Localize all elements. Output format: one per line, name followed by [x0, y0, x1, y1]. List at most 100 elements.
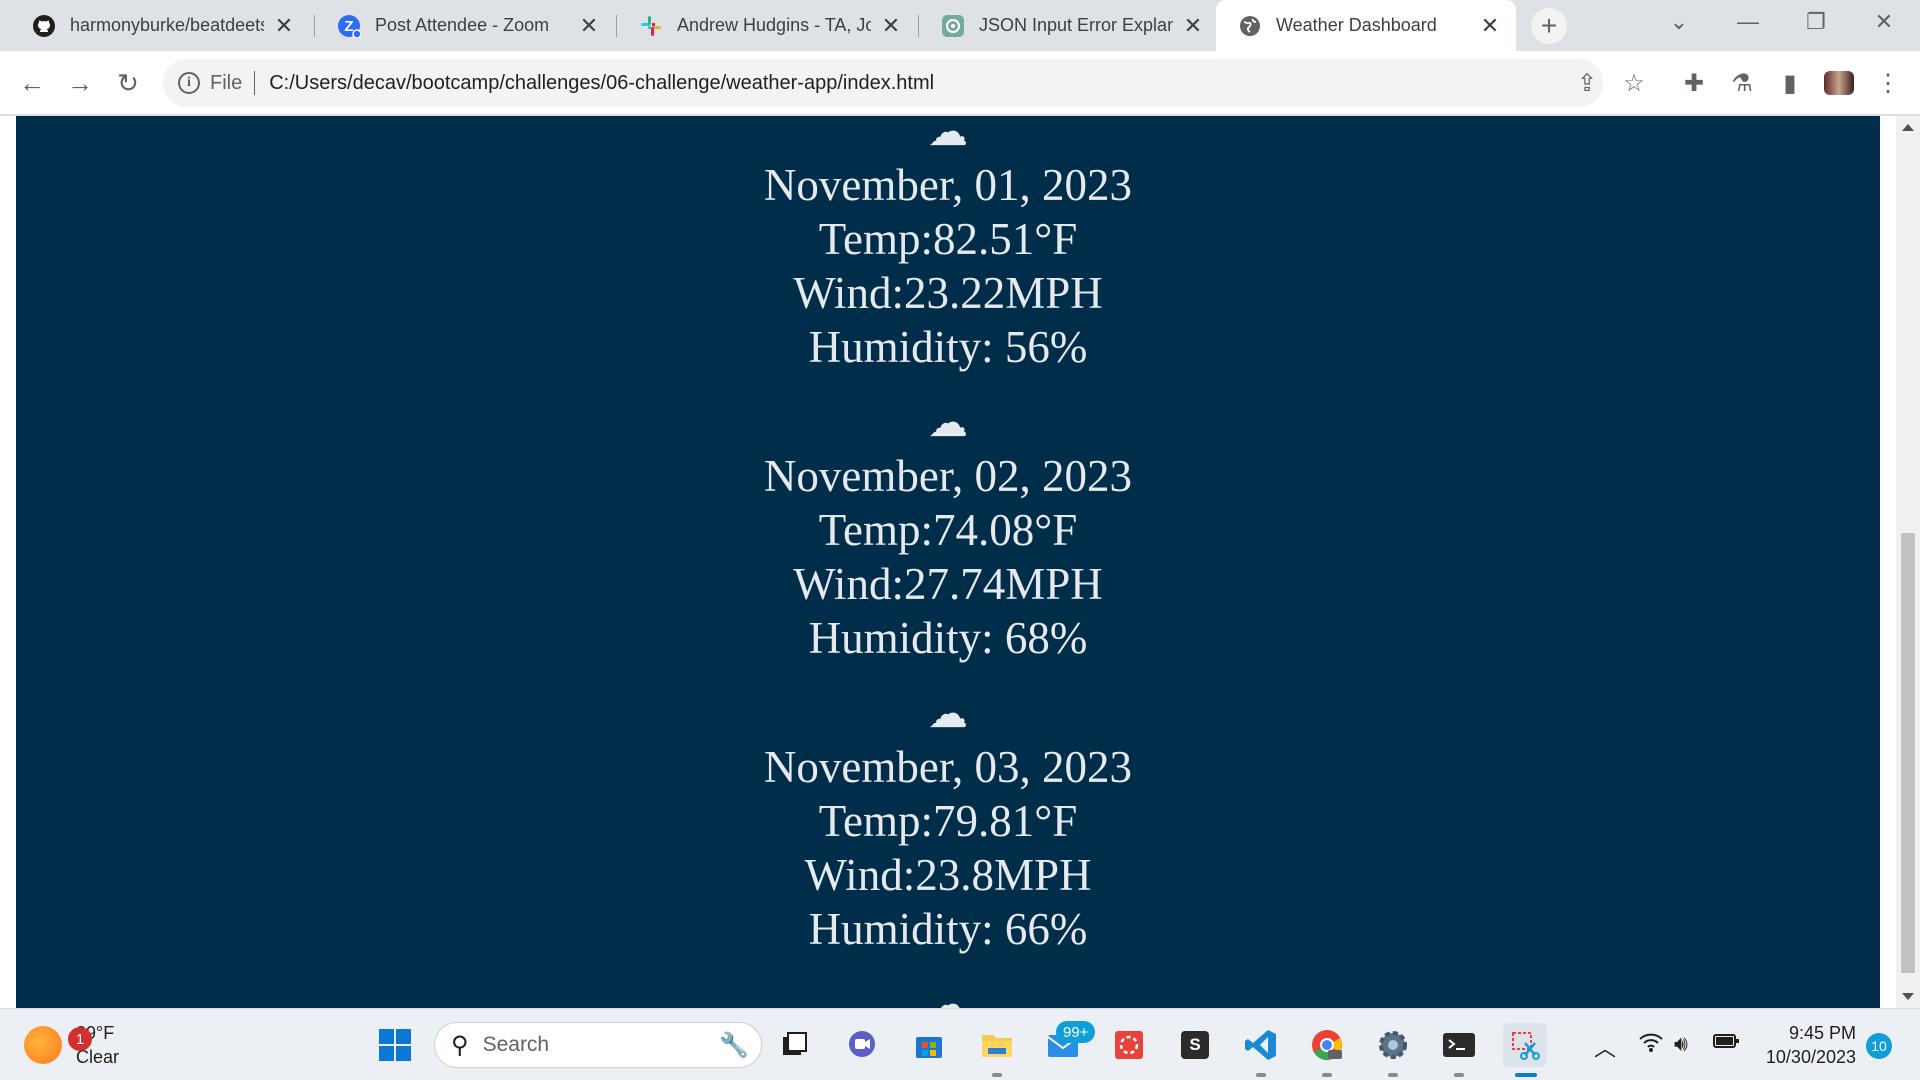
page-scrollbar[interactable] — [1896, 116, 1920, 1008]
tab-title: JSON Input Error Explana — [979, 15, 1173, 35]
security-app-icon[interactable] — [1107, 1023, 1151, 1067]
forecast-card-partial: ☁ — [16, 979, 1880, 1008]
forecast-temp: Temp:74.08°F — [818, 505, 1078, 555]
share-icon[interactable]: ⇪ — [1569, 65, 1605, 101]
wifi-icon[interactable] — [1638, 1031, 1664, 1059]
menu-kebab-icon[interactable]: ⋮ — [1870, 65, 1906, 101]
forecast-card: ☁ November, 02, 2023 Temp:74.08°F Wind:2… — [16, 397, 1880, 665]
running-indicator — [1388, 1073, 1398, 1077]
cloud-icon: ☁ — [928, 691, 968, 736]
tab-chatgpt[interactable]: JSON Input Error Explana ✕ — [919, 0, 1219, 51]
clock-date: 10/30/2023 — [1765, 1047, 1856, 1067]
close-icon[interactable]: ✕ — [577, 13, 601, 38]
forecast-temp: Temp:79.81°F — [818, 796, 1078, 846]
info-icon[interactable]: i — [178, 72, 200, 94]
forecast-wind: Wind:23.8MPH — [804, 850, 1092, 900]
forecast-date: November, 01, 2023 — [763, 160, 1133, 210]
task-view-icon[interactable] — [773, 1023, 817, 1067]
close-window-button[interactable]: ✕ — [1852, 0, 1916, 44]
address-bar[interactable]: i File C:/Users/decav/bootcamp/challenge… — [163, 59, 1603, 107]
chatgpt-icon — [941, 14, 965, 38]
forecast-card: ☁ November, 01, 2023 Temp:82.51°F Wind:2… — [16, 116, 1880, 374]
svg-text:Z: Z — [344, 18, 353, 35]
tab-strip: harmonyburke/beatdeets ✕ Z Post Attendee… — [0, 0, 1920, 51]
forecast-temp: Temp:82.51°F — [818, 214, 1078, 264]
weather-badge: 1 — [68, 1027, 92, 1051]
chevron-up-icon[interactable]: ︿ — [1594, 1031, 1616, 1063]
cloud-icon: ☁ — [928, 982, 968, 1008]
back-button[interactable]: ← — [14, 65, 50, 101]
reload-button[interactable]: ↻ — [110, 65, 146, 101]
tab-zoom[interactable]: Z Post Attendee - Zoom ✕ — [315, 0, 615, 51]
terminal-icon[interactable] — [1437, 1023, 1481, 1067]
extensions-puzzle-icon[interactable]: ✚ — [1676, 65, 1712, 101]
zoom-icon: Z — [337, 14, 361, 38]
browser-toolbar: ← → ↻ i File C:/Users/decav/bootcamp/cha… — [0, 51, 1920, 115]
running-indicator — [992, 1073, 1002, 1077]
forecast-card: ☁ November, 03, 2023 Temp:79.81°F Wind:2… — [16, 688, 1880, 956]
cloud-icon: ☁ — [928, 116, 968, 154]
scrollbar-thumb[interactable] — [1901, 533, 1915, 973]
running-indicator — [1454, 1073, 1464, 1077]
globe-icon — [1238, 14, 1262, 38]
vscode-icon[interactable] — [1239, 1023, 1283, 1067]
tab-search-chevron-icon[interactable]: ⌄ — [1647, 0, 1711, 44]
search-label: Search — [482, 1033, 550, 1056]
search-highlight-icon: 🔧 — [719, 1031, 749, 1059]
bookmark-star-icon[interactable]: ☆ — [1616, 65, 1652, 101]
chrome-dev-icon[interactable] — [1305, 1023, 1349, 1067]
labs-flask-icon[interactable]: ⚗ — [1724, 65, 1760, 101]
weather-dashboard-page: ☁ November, 01, 2023 Temp:82.51°F Wind:2… — [16, 116, 1880, 1008]
forecast-humidity: Humidity: 56% — [808, 322, 1088, 372]
weather-widget[interactable]: 1 29°F Clear — [24, 1021, 119, 1069]
tab-slack[interactable]: Andrew Hudgins - TA, Jo ✕ — [617, 0, 917, 51]
running-indicator — [1256, 1073, 1266, 1077]
notification-badge[interactable]: 10 — [1866, 1033, 1892, 1059]
search-icon: ⚲ — [451, 1031, 469, 1059]
close-icon[interactable]: ✕ — [1181, 13, 1205, 38]
store-app-icon[interactable]: S — [1173, 1023, 1217, 1067]
mail-badge: 99+ — [1056, 1021, 1096, 1043]
close-icon[interactable]: ✕ — [272, 13, 296, 38]
minimize-button[interactable]: — — [1716, 0, 1780, 44]
github-icon — [32, 14, 56, 38]
scroll-down-arrow-icon[interactable] — [1902, 993, 1914, 1000]
running-indicator — [1322, 1073, 1332, 1077]
settings-gear-icon[interactable] — [1371, 1023, 1415, 1067]
page-viewport: ☁ November, 01, 2023 Temp:82.51°F Wind:2… — [0, 116, 1920, 1008]
system-clock[interactable]: 9:45 PM 10/30/2023 — [1760, 1021, 1856, 1069]
forecast-wind: Wind:23.22MPH — [793, 268, 1103, 318]
clock-time: 9:45 PM — [1788, 1023, 1856, 1043]
taskbar-search[interactable]: ⚲ Search 🔧 — [434, 1022, 762, 1068]
close-icon[interactable]: ✕ — [1478, 13, 1502, 38]
profile-avatar[interactable] — [1824, 71, 1854, 95]
cloud-icon: ☁ — [928, 400, 968, 445]
divider — [254, 71, 256, 95]
forecast-wind: Wind:27.74MPH — [793, 559, 1103, 609]
tab-title: Andrew Hudgins - TA, Jo — [677, 15, 871, 35]
tab-github[interactable]: harmonyburke/beatdeets ✕ — [10, 0, 310, 51]
forecast-date: November, 03, 2023 — [763, 742, 1133, 792]
volume-icon[interactable]: 🔊︎ — [1674, 1031, 1688, 1057]
tab-title: harmonyburke/beatdeets — [70, 15, 264, 35]
active-indicator — [1515, 1073, 1537, 1077]
microsoft-store-icon[interactable] — [907, 1023, 951, 1067]
forward-button[interactable]: → — [62, 65, 98, 101]
battery-icon[interactable] — [1712, 1031, 1740, 1057]
restore-button[interactable]: ❐ — [1784, 0, 1848, 44]
tab-title: Weather Dashboard — [1276, 15, 1437, 35]
file-explorer-icon[interactable] — [975, 1023, 1019, 1067]
teams-chat-icon[interactable] — [840, 1023, 884, 1067]
new-tab-button[interactable]: + — [1531, 8, 1567, 44]
tab-title: Post Attendee - Zoom — [375, 15, 550, 35]
tab-weather-dashboard[interactable]: Weather Dashboard ✕ — [1216, 0, 1516, 51]
scroll-up-arrow-icon[interactable] — [1902, 124, 1914, 131]
side-panel-icon[interactable]: ▮ — [1772, 65, 1808, 101]
forecast-humidity: Humidity: 66% — [808, 904, 1088, 954]
forecast-humidity: Humidity: 68% — [808, 613, 1088, 663]
close-icon[interactable]: ✕ — [879, 13, 903, 38]
url-text[interactable]: C:/Users/decav/bootcamp/challenges/06-ch… — [269, 72, 934, 95]
windows-start-icon[interactable] — [373, 1023, 417, 1067]
scheme-label: File — [210, 71, 243, 94]
snipping-tool-icon[interactable] — [1503, 1023, 1547, 1067]
